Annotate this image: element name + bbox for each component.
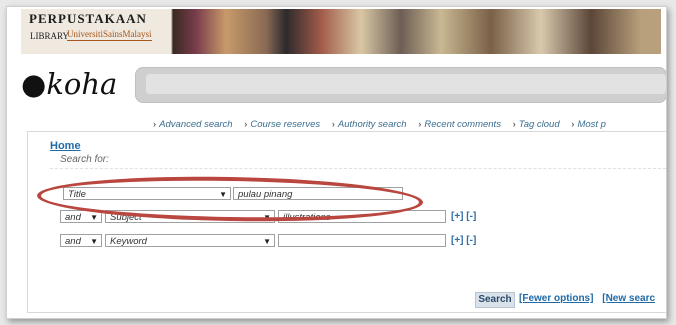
chevron-right-icon: › xyxy=(244,119,248,130)
nav-tag-cloud[interactable]: › Tag cloud xyxy=(513,119,560,130)
koha-logo-text: koha xyxy=(46,67,118,101)
search-field-select-2-value: Subject xyxy=(110,212,142,223)
koha-logo-icon: ● xyxy=(21,67,47,101)
nav-recent-comments[interactable]: › Recent comments xyxy=(418,119,501,130)
library-name: PERPUSTAKAAN xyxy=(29,11,147,26)
moresearches-nav: › Advanced search › Course reserves › Autho… xyxy=(153,119,665,130)
divider xyxy=(50,168,666,169)
add-row-link[interactable]: [+] xyxy=(451,235,464,246)
chevron-right-icon: › xyxy=(512,119,516,130)
breadcrumb-home-link[interactable]: Home xyxy=(50,140,81,152)
dropdown-arrow-icon: ▼ xyxy=(263,237,271,246)
dropdown-arrow-icon: ▼ xyxy=(263,213,271,222)
remove-row-link[interactable]: [-] xyxy=(466,235,476,246)
boolean-operator-select-3-value: and xyxy=(65,236,81,247)
masthead-search-bar xyxy=(135,67,666,103)
search-field-select-1-value: Title xyxy=(68,189,86,200)
nav-authority-search[interactable]: › Authority search xyxy=(332,119,407,130)
chevron-right-icon: › xyxy=(571,119,575,130)
search-options-links: [Fewer options] [New searc xyxy=(519,293,661,304)
search-field-select-1[interactable]: Title ▼ xyxy=(63,187,231,200)
boolean-operator-select-2[interactable]: and ▼ xyxy=(60,210,102,223)
remove-row-link[interactable]: [-] xyxy=(466,211,476,222)
dropdown-arrow-icon: ▼ xyxy=(90,237,98,246)
row-2-add-remove: [+] [-] xyxy=(451,211,476,222)
dropdown-arrow-icon: ▼ xyxy=(219,190,227,199)
library-tagline: UniversitiSainsMalaysia xyxy=(67,29,152,41)
search-button[interactable]: Search xyxy=(475,292,515,308)
add-row-link[interactable]: [+] xyxy=(451,211,464,222)
nav-course-reserves[interactable]: › Course reserves xyxy=(244,119,320,130)
search-field-select-2[interactable]: Subject ▼ xyxy=(105,210,275,223)
library-subtitle: LIBRARY xyxy=(30,31,70,41)
library-banner: PERPUSTAKAAN LIBRARY UniversitiSainsMala… xyxy=(21,9,661,54)
search-field-select-3-value: Keyword xyxy=(110,236,147,247)
boolean-operator-select-3[interactable]: and ▼ xyxy=(60,234,102,247)
dropdown-arrow-icon: ▼ xyxy=(90,213,98,222)
search-for-label: Search for: xyxy=(60,154,109,165)
search-term-input-1[interactable]: pulau pinang xyxy=(233,187,403,200)
search-field-select-3[interactable]: Keyword ▼ xyxy=(105,234,275,247)
search-term-input-3[interactable] xyxy=(278,234,446,247)
chevron-right-icon: › xyxy=(153,119,157,130)
nav-most-popular[interactable]: › Most p xyxy=(571,119,606,130)
chevron-right-icon: › xyxy=(331,119,335,130)
new-search-link[interactable]: [New searc xyxy=(602,293,655,304)
masthead-search-input[interactable] xyxy=(146,74,666,94)
nav-advanced-search[interactable]: › Advanced search xyxy=(153,119,233,130)
fewer-options-link[interactable]: [Fewer options] xyxy=(519,293,593,304)
chevron-right-icon: › xyxy=(418,119,422,130)
search-term-input-2[interactable]: illustrations xyxy=(278,210,446,223)
screenshot-frame: PERPUSTAKAAN LIBRARY UniversitiSainsMala… xyxy=(6,6,667,319)
koha-logo[interactable]: ●koha xyxy=(21,67,117,101)
boolean-operator-select-2-value: and xyxy=(65,212,81,223)
row-3-add-remove: [+] [-] xyxy=(451,235,476,246)
